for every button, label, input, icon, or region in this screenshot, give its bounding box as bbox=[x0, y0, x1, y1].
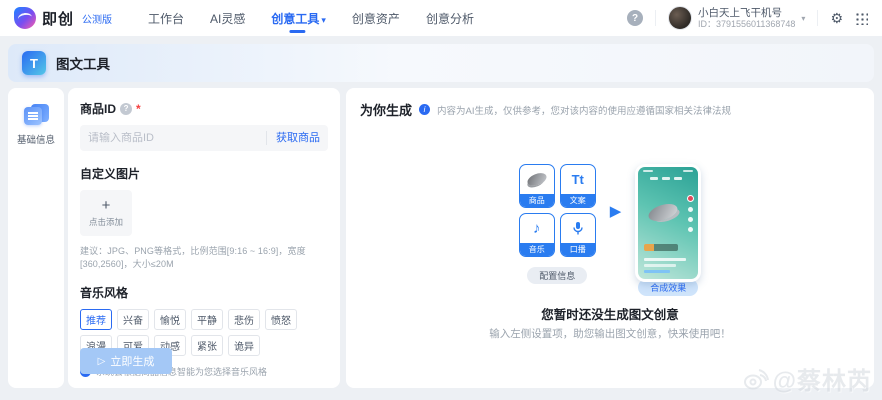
user-name: 小白天上飞干机号 bbox=[698, 7, 795, 19]
config-box-label: 口播 bbox=[561, 243, 595, 256]
nav-item-label: 创意资产 bbox=[352, 12, 400, 26]
chevron-down-icon: ▾ bbox=[321, 15, 326, 25]
tag-angry[interactable]: 愤怒 bbox=[265, 309, 297, 330]
nav-item-creative-analysis[interactable]: 创意分析 bbox=[426, 0, 474, 37]
product-id-label-row: 商品ID ? * bbox=[80, 100, 328, 117]
music-note-icon: ♪ bbox=[533, 220, 541, 237]
phone-mockup bbox=[635, 164, 701, 282]
result-panel: 为你生成 i 内容为AI生成，仅供参考，您对该内容的使用应遵循国家相关法律法规 … bbox=[346, 88, 874, 388]
sidebar: 基础信息 bbox=[8, 88, 64, 388]
empty-state-subtitle: 输入左侧设置项，助您输出图文创意，快来使用吧！ bbox=[346, 326, 874, 341]
nav-item-creative-tools[interactable]: 创意工具▾ bbox=[271, 0, 326, 37]
tag-tense[interactable]: 紧张 bbox=[191, 335, 223, 356]
image-text-tool-icon: T bbox=[22, 51, 46, 75]
nav-menu: 工作台 AI灵感 创意工具▾ 创意资产 创意分析 bbox=[148, 0, 474, 37]
logo-text: 即创 bbox=[42, 8, 74, 29]
user-id: ID：3791556011368748 bbox=[698, 19, 795, 29]
help-icon[interactable]: ? bbox=[627, 10, 643, 26]
tag-sad[interactable]: 悲伤 bbox=[228, 309, 260, 330]
image-requirements-hint: 建议：JPG、PNG等格式，比例范围[9:16 ~ 16:9]，宽度[360,2… bbox=[80, 244, 328, 270]
config-column: 商品 Tt 文案 ♪ 音乐 bbox=[519, 164, 596, 296]
tag-recommended[interactable]: 推荐 bbox=[80, 309, 112, 330]
phone-screen bbox=[638, 167, 698, 279]
music-style-label: 音乐风格 bbox=[80, 284, 328, 301]
play-icon: ▷ bbox=[98, 356, 106, 367]
divider bbox=[817, 10, 818, 26]
generate-button-label: 立即生成 bbox=[110, 353, 154, 369]
nav-item-label: 创意工具 bbox=[271, 12, 319, 26]
page-banner: T 图文工具 bbox=[8, 44, 874, 82]
microphone-icon bbox=[571, 221, 585, 236]
nav-item-ai-inspiration[interactable]: AI灵感 bbox=[210, 0, 245, 37]
avatar bbox=[668, 6, 692, 30]
fetch-product-button[interactable]: 获取商品 bbox=[266, 131, 320, 145]
active-tab-underline bbox=[289, 30, 305, 33]
nav-item-label: 创意分析 bbox=[426, 12, 474, 26]
product-id-input-row: 获取商品 bbox=[80, 125, 328, 151]
product-image bbox=[647, 201, 680, 225]
logo[interactable]: 即创 公测版 bbox=[14, 7, 112, 29]
page-title: 图文工具 bbox=[56, 53, 110, 73]
logo-icon bbox=[14, 7, 36, 29]
config-box-music: ♪ 音乐 bbox=[519, 213, 555, 257]
config-pill: 配置信息 bbox=[527, 267, 587, 284]
generate-button[interactable]: ▷ 立即生成 bbox=[80, 348, 172, 374]
upload-hint-text: 点击添加 bbox=[89, 216, 123, 228]
empty-state-illustration: 商品 Tt 文案 ♪ 音乐 bbox=[346, 164, 874, 296]
nav-item-creative-assets[interactable]: 创意资产 bbox=[352, 0, 400, 37]
result-title: 为你生成 bbox=[360, 100, 412, 119]
empty-state-title: 您暂时还没生成图文创意 bbox=[346, 304, 874, 323]
custom-image-label: 自定义图片 bbox=[80, 165, 328, 182]
divider bbox=[655, 10, 656, 26]
top-navbar: 即创 公测版 工作台 AI灵感 创意工具▾ 创意资产 创意分析 ? bbox=[0, 0, 882, 36]
required-asterisk: * bbox=[136, 102, 141, 116]
ai-disclaimer: 内容为AI生成，仅供参考，您对该内容的使用应遵循国家相关法律法规 bbox=[437, 103, 731, 117]
config-box-label: 音乐 bbox=[520, 243, 554, 256]
nav-item-label: 工作台 bbox=[148, 12, 184, 26]
config-form-card: 商品ID ? * 获取商品 自定义图片 + 点击添加 建议：JPG、PNG等格式… bbox=[68, 88, 340, 388]
info-icon: i bbox=[419, 104, 430, 115]
document-icon bbox=[23, 104, 49, 128]
config-box-voiceover: 口播 bbox=[560, 213, 596, 257]
arrow-right-icon: ▶ bbox=[610, 202, 622, 220]
nav-item-label: AI灵感 bbox=[210, 12, 245, 26]
apps-grid-icon[interactable] bbox=[855, 12, 868, 25]
config-grid: 商品 Tt 文案 ♪ 音乐 bbox=[519, 164, 596, 257]
gear-icon[interactable]: ⚙ bbox=[830, 10, 843, 27]
tag-joyful[interactable]: 愉悦 bbox=[154, 309, 186, 330]
user-menu[interactable]: 小白天上飞干机号 ID：3791556011368748 ▾ bbox=[668, 6, 805, 30]
product-id-input[interactable] bbox=[88, 132, 266, 144]
chevron-down-icon: ▾ bbox=[801, 14, 805, 23]
phone-action-icons bbox=[687, 195, 694, 232]
beta-badge: 公测版 bbox=[82, 11, 112, 26]
result-column: 合成效果 bbox=[635, 164, 701, 296]
user-meta: 小白天上飞干机号 ID：3791556011368748 bbox=[698, 7, 795, 29]
config-box-product: 商品 bbox=[519, 164, 555, 208]
product-icon bbox=[525, 171, 548, 189]
tag-eerie[interactable]: 诡异 bbox=[228, 335, 260, 356]
app-root: 即创 公测版 工作台 AI灵感 创意工具▾ 创意资产 创意分析 ? bbox=[0, 0, 882, 400]
image-upload-box[interactable]: + 点击添加 bbox=[80, 190, 132, 236]
plus-icon: + bbox=[102, 199, 111, 213]
nav-item-workbench[interactable]: 工作台 bbox=[148, 0, 184, 37]
sidebar-item-label: 基础信息 bbox=[17, 132, 55, 146]
nav-right: ? 小白天上飞干机号 ID：3791556011368748 ▾ ⚙ bbox=[627, 6, 868, 30]
config-box-label: 文案 bbox=[561, 194, 595, 207]
product-id-label: 商品ID bbox=[80, 100, 116, 117]
question-icon[interactable]: ? bbox=[120, 103, 132, 115]
sidebar-item-basic-info[interactable]: 基础信息 bbox=[17, 98, 55, 152]
text-icon: Tt bbox=[572, 172, 584, 187]
result-header: 为你生成 i 内容为AI生成，仅供参考，您对该内容的使用应遵循国家相关法律法规 bbox=[360, 100, 860, 119]
tag-excited[interactable]: 兴奋 bbox=[117, 309, 149, 330]
tag-calm[interactable]: 平静 bbox=[191, 309, 223, 330]
config-box-copy: Tt 文案 bbox=[560, 164, 596, 208]
config-box-label: 商品 bbox=[520, 194, 554, 207]
